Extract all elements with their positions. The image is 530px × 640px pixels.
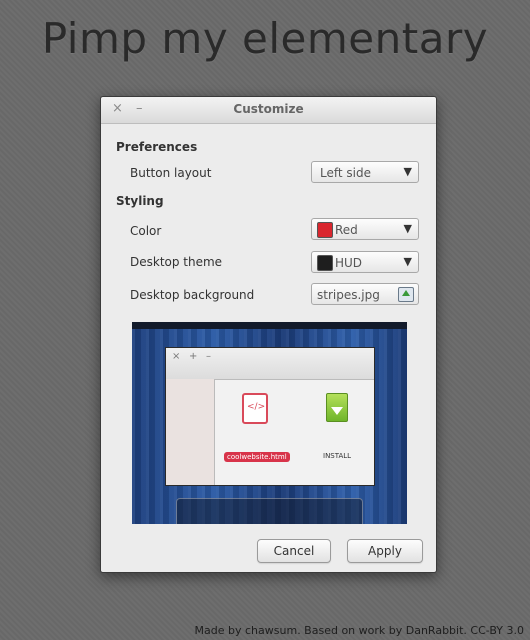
button-layout-label: Button layout	[130, 166, 212, 180]
preview-maximize-icon: +	[189, 351, 198, 362]
preview-close-icon: ×	[172, 351, 181, 362]
dialog-titlebar: × – Customize	[101, 97, 436, 124]
html-file-label: coolwebsite.html	[224, 452, 290, 462]
desktop-preview: × + – </> coolwebsite.html INSTALL	[132, 322, 407, 524]
red-swatch	[317, 222, 333, 238]
color-value: Red	[335, 223, 358, 237]
preview-dock	[176, 498, 363, 524]
styling-heading: Styling	[116, 194, 164, 208]
apply-button[interactable]: Apply	[347, 539, 423, 563]
preview-window-titlebar: × + –	[166, 348, 374, 380]
install-file-label: INSTALL	[323, 452, 352, 460]
chevron-down-icon: ▼	[403, 165, 412, 178]
credit-text: Made by chawsum. Based on work by DanRab…	[194, 624, 524, 637]
desktop-background-file-chooser[interactable]: stripes.jpg	[311, 283, 419, 305]
page-headline: Pimp my elementary	[41, 14, 489, 63]
html-file-glyph: </>	[247, 402, 266, 412]
desktop-theme-label: Desktop theme	[130, 255, 223, 269]
button-layout-value: Left side	[320, 166, 371, 180]
cancel-button[interactable]: Cancel	[257, 539, 331, 563]
preview-top-panel	[132, 322, 407, 329]
preview-sidebar	[166, 379, 215, 485]
desktop-background-value: stripes.jpg	[317, 288, 380, 302]
image-file-icon	[398, 287, 414, 302]
hud-swatch	[317, 255, 333, 271]
desktop-background-label: Desktop background	[130, 288, 255, 302]
preferences-heading: Preferences	[116, 140, 198, 154]
html-file-icon: </>	[242, 393, 268, 424]
desktop-theme-value: HUD	[335, 256, 363, 270]
customize-dialog: × – Customize Preferences Button layout …	[100, 96, 437, 573]
preview-minimize-icon: –	[206, 351, 211, 362]
preview-window: × + – </> coolwebsite.html INSTALL	[165, 347, 375, 486]
install-package-icon	[326, 393, 348, 422]
chevron-down-icon: ▼	[403, 255, 412, 268]
color-dropdown[interactable]: Red ▼	[311, 218, 419, 240]
dialog-title: Customize	[233, 102, 304, 116]
button-layout-dropdown[interactable]: Left side ▼	[311, 161, 419, 183]
color-label: Color	[130, 224, 162, 238]
chevron-down-icon: ▼	[403, 222, 412, 235]
desktop-theme-dropdown[interactable]: HUD ▼	[311, 251, 419, 273]
